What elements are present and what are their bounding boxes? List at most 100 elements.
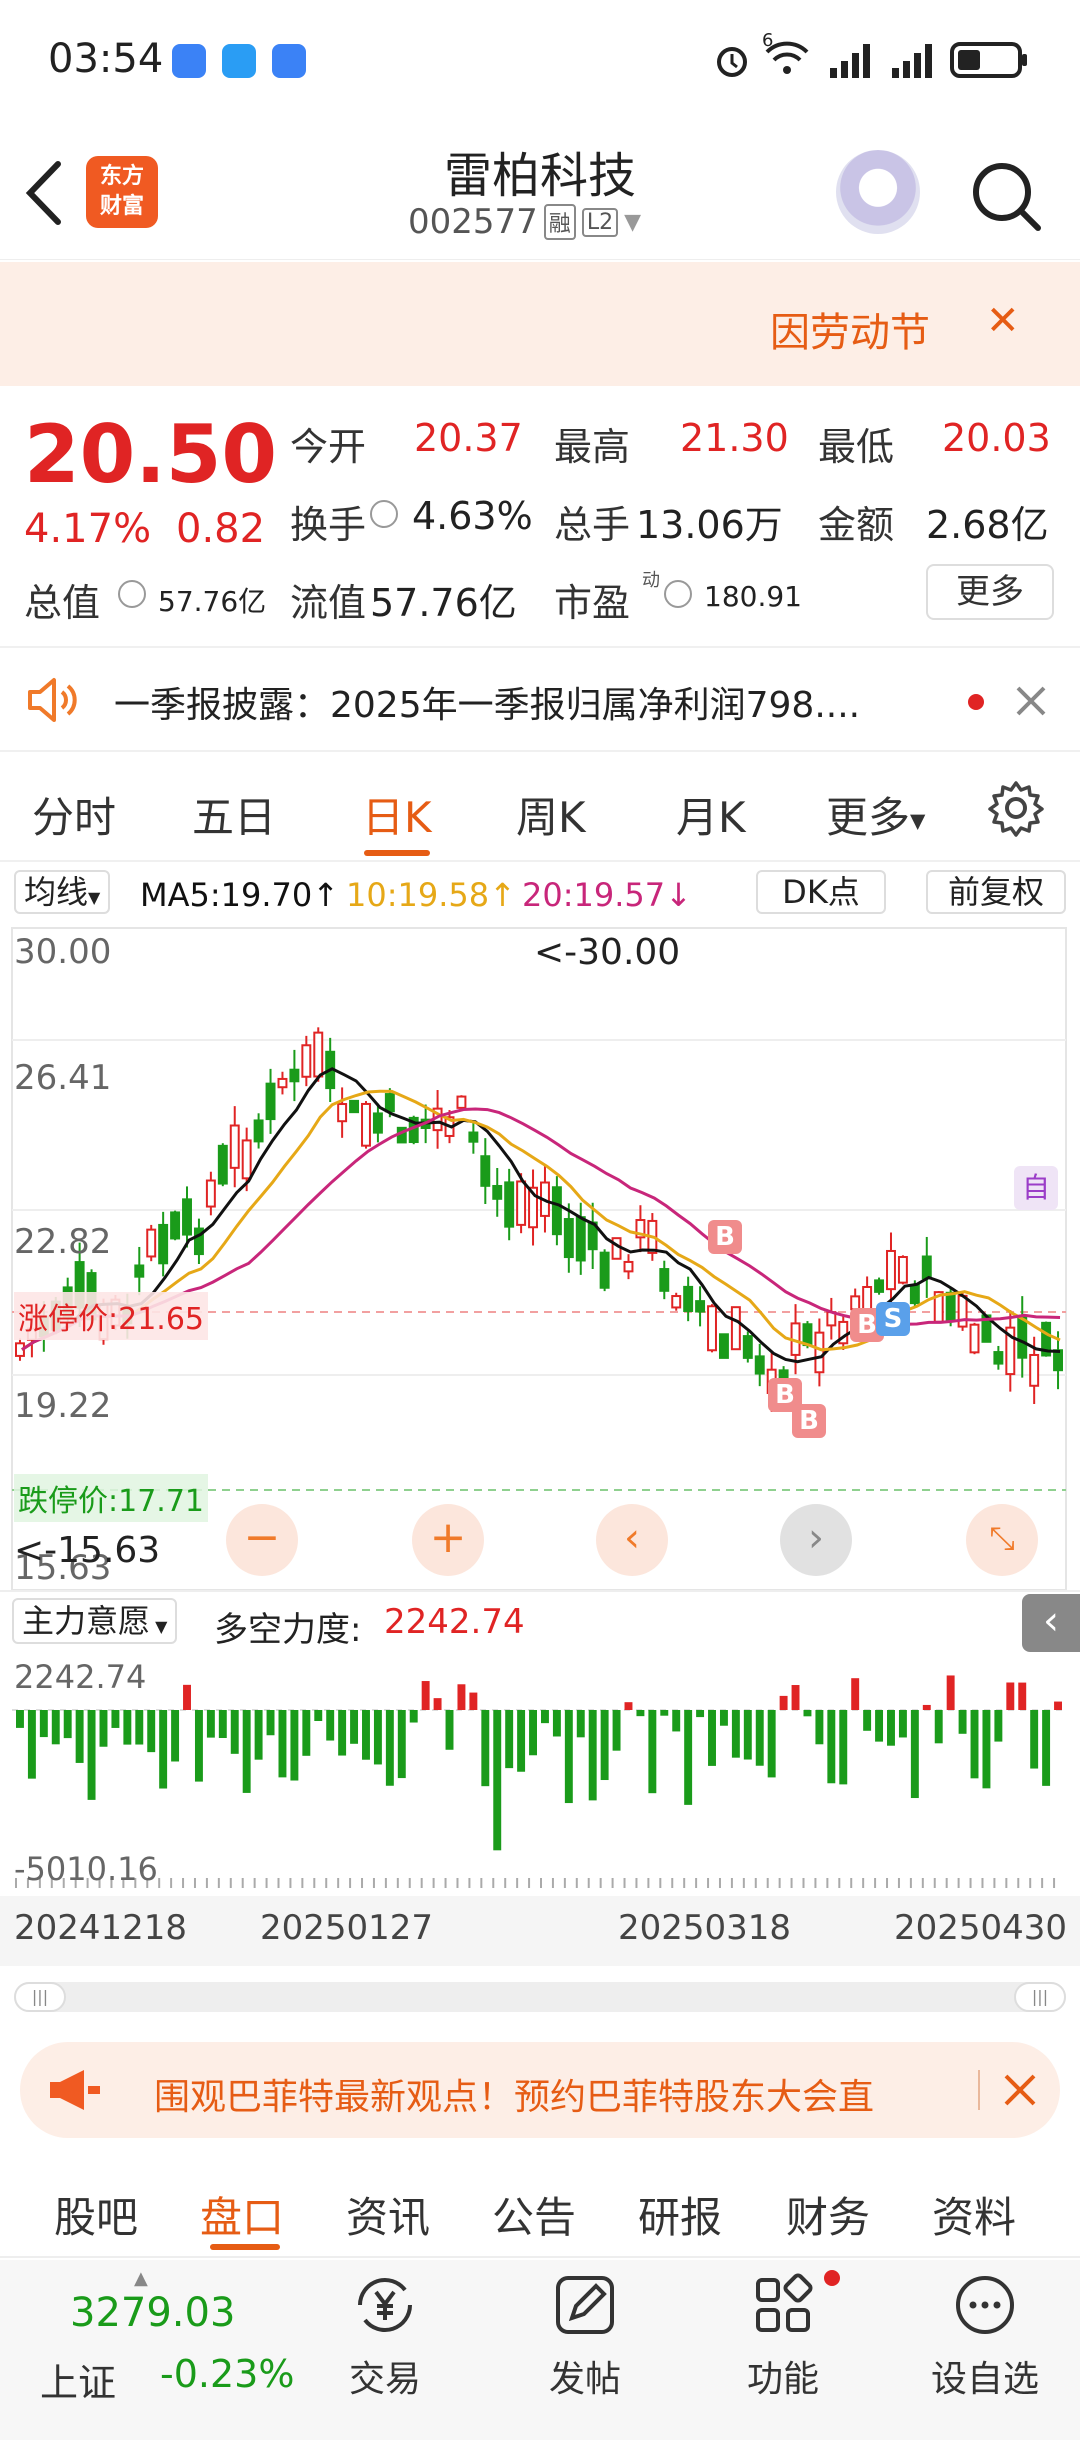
indicator-bar [576,1710,585,1738]
indicator-bar [887,1710,895,1746]
turnover-label: 换手 [290,503,367,547]
candle-body [909,1284,920,1305]
tab-monthly-k[interactable]: 月K [676,784,746,845]
tab-active-indicator [364,850,430,856]
info-icon[interactable] [664,580,692,608]
tab-news[interactable]: 资讯 [346,2184,430,2245]
candle-body [480,1155,491,1187]
scroll-handle-right[interactable]: ||| [1014,1982,1066,2012]
tab-five-day[interactable]: 五日 [192,784,276,845]
indicator-bar [541,1710,549,1724]
dk-point-selector[interactable]: DK点 [756,870,886,914]
indicator-bar [863,1710,872,1731]
chevron-down-icon: ▼ [88,888,101,907]
nav-post[interactable]: 发帖 [530,2270,640,2430]
collapse-panel-button[interactable]: ‹ [1022,1594,1080,1652]
index-ticker[interactable]: ▲ 3279.03 上证 -0.23% [0,2260,310,2440]
timeline-scrollbar[interactable]: ||| ||| [14,1982,1066,2012]
adjust-selector[interactable]: 前复权 [926,870,1066,914]
indicator-bar [934,1710,943,1744]
tab-intraday[interactable]: 分时 [32,784,116,845]
search-icon[interactable] [966,156,1046,236]
scroll-right-button[interactable]: › [780,1504,852,1576]
nav-trade[interactable]: 交易 [330,2270,440,2430]
indicator-bar [660,1710,669,1716]
tab-research[interactable]: 研报 [638,2184,722,2245]
candle-body [957,1294,968,1328]
signal-b-1[interactable]: B [708,1220,742,1254]
tab-finance[interactable]: 财务 [786,2184,870,2245]
promo-banner[interactable]: 围观巴菲特最新观点！预约巴菲特股东大会直 [20,2042,1060,2138]
close-icon[interactable] [1014,684,1048,718]
index-name: 上证 [40,2361,117,2405]
indicator-bar [958,1710,967,1734]
stock-code: 002577 [408,202,538,242]
tab-weekly-k[interactable]: 周K [516,784,586,845]
indicator-value: 2242.74 [384,1602,525,1642]
zoom-out-button[interactable]: − [226,1504,298,1576]
tab-profile[interactable]: 资料 [932,2184,1016,2245]
indicator-bar [242,1710,251,1793]
close-icon[interactable] [1002,2072,1038,2108]
close-icon[interactable]: ✕ [986,298,1020,344]
more-button[interactable]: 更多 [926,564,1054,620]
mktcap-value: 57.76亿 [158,585,267,618]
high-value: 21.30 [680,416,789,460]
fullscreen-button[interactable]: ⤡ [966,1504,1038,1576]
signal-icon-2 [892,44,932,78]
edit-icon [556,2276,614,2334]
tab-pankou[interactable]: 盘口 [200,2184,284,2245]
limit-up-label: 涨停价:21.65 [14,1292,208,1340]
news-bar[interactable]: 一季报披露：2025年一季报归属净利润798.... [0,648,1080,752]
quote-panel: 20.50 4.17% 0.82 今开 20.37 最高 21.30 最低 20… [0,388,1080,646]
chevron-down-icon: ▼ [910,808,926,833]
tab-guba[interactable]: 股吧 [54,2184,138,2245]
indicator-bar [815,1710,824,1745]
price-axis-label: 26.41 [14,1058,112,1098]
self-select-tag[interactable]: 自 [1014,1166,1058,1210]
candle-body [456,1095,467,1109]
tab-announcement[interactable]: 公告 [492,2184,576,2245]
info-icon[interactable] [370,500,398,528]
stock-code-row[interactable]: 002577 融 L2 ▼ [408,200,641,244]
tab-daily-k[interactable]: 日K [362,784,432,845]
indicator-selector[interactable]: 主力意愿 ▼ [12,1598,178,1644]
zoom-in-button[interactable]: + [412,1504,484,1576]
scroll-handle-left[interactable]: ||| [14,1982,66,2012]
signal-b-3[interactable]: B [792,1404,826,1438]
indicator-chart[interactable] [0,1652,1080,1892]
period-tabs: 分时 五日 日K 周K 月K 更多▼ [0,752,1080,862]
volume-label: 总手 [554,503,631,547]
indicator-top-label: 2242.74 [14,1658,147,1696]
ma5-value: MA5:19.70↑ [140,876,340,914]
settings-gear-icon[interactable] [986,778,1046,838]
indicator-bar [827,1710,836,1784]
ma-selector[interactable]: 均线▼ [14,870,111,914]
indicator-bar [326,1710,335,1741]
indicator-bar [648,1710,657,1794]
candle-body [492,1184,503,1200]
candle-body [277,1077,288,1089]
nav-function[interactable]: 功能 [728,2270,840,2430]
open-value: 20.37 [414,416,523,460]
candle-body [575,1216,586,1262]
nav-watchlist[interactable]: 设自选 [920,2270,1050,2430]
change-pct: 4.17% [24,506,152,552]
scroll-left-button[interactable]: ‹ [596,1504,668,1576]
indicator-bar [1042,1710,1051,1786]
indicator-bar [278,1710,287,1778]
candle-body [802,1323,813,1347]
pe-label: 市盈 [554,581,631,625]
signal-s[interactable]: S [876,1302,910,1336]
info-icon[interactable] [118,580,146,608]
indicator-bar [63,1710,72,1739]
amount-value: 2.68亿 [926,503,1049,547]
candle-body [205,1179,216,1208]
volume-value: 13.06万 [636,503,783,547]
robot-assistant-icon[interactable] [836,150,920,234]
bottom-tabs: 股吧 盘口 资讯 公告 研报 财务 资料 [0,2168,1080,2258]
tab-more[interactable]: 更多▼ [826,784,925,845]
indicator-bar [51,1710,60,1745]
candle-body [707,1305,717,1352]
candle-body [921,1255,932,1280]
